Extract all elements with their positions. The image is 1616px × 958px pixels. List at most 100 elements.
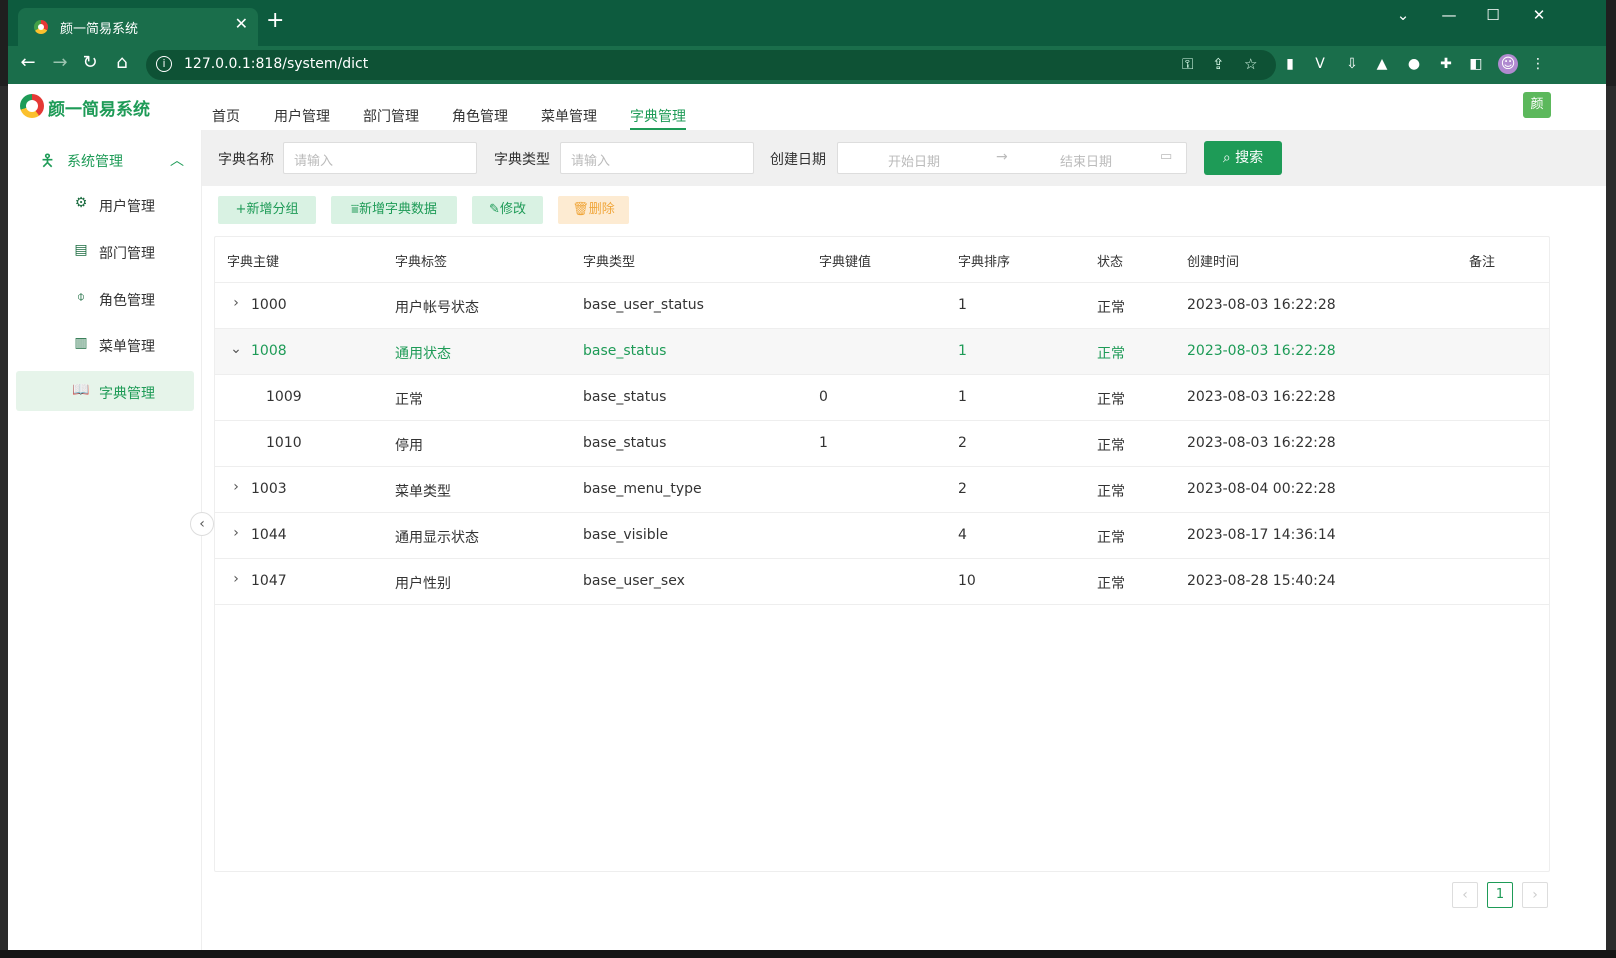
extension-flag-icon[interactable]: ▮ bbox=[1280, 54, 1300, 74]
home-icon[interactable]: ⌂ bbox=[110, 52, 134, 73]
side-panel-icon[interactable]: ◧ bbox=[1466, 54, 1486, 74]
table-row[interactable]: › 1047 用户性别 base_user_sex 10 正常 2023-08-… bbox=[215, 558, 1549, 604]
extensions-puzzle-icon[interactable]: ✚ bbox=[1436, 54, 1456, 74]
extension-v-icon[interactable]: V bbox=[1310, 54, 1330, 74]
close-window-icon[interactable]: ✕ bbox=[1524, 6, 1554, 24]
profile-avatar-icon[interactable]: ☺ bbox=[1498, 54, 1518, 74]
date-range-picker[interactable]: 开始日期 → 结束日期 ▭ bbox=[837, 142, 1187, 174]
edit-button[interactable]: ✎修改 bbox=[472, 196, 543, 224]
dict-type-input[interactable]: 请输入 bbox=[560, 142, 754, 174]
sidebar-group-system[interactable]: 🯅 系统管理 ︿ bbox=[40, 148, 190, 172]
table-row[interactable]: › 1000 用户帐号状态 base_user_status 1 正常 2023… bbox=[215, 282, 1549, 328]
chevron-down-icon[interactable]: ⌄ bbox=[229, 341, 243, 357]
extension-circle-icon[interactable]: ● bbox=[1404, 54, 1424, 74]
search-icon: ⌕ bbox=[1222, 150, 1231, 166]
extension-download-icon[interactable]: ⇩ bbox=[1342, 54, 1362, 74]
table-row[interactable]: ⌄ 1008 通用状态 base_status 1 正常 2023-08-03 … bbox=[215, 328, 1549, 374]
cell-type: base_status bbox=[583, 343, 667, 359]
cell-status: 正常 bbox=[1097, 300, 1125, 316]
column-header: 创建时间 bbox=[1187, 255, 1240, 270]
sidebar-group-label: 系统管理 bbox=[67, 154, 123, 170]
column-header: 字典主键 bbox=[227, 255, 280, 270]
app-root: 颜一简易系统 首页 用户管理 部门管理 角色管理 菜单管理 字典管理 颜 🯅 系… bbox=[8, 84, 1606, 950]
sidebar-item-label: 菜单管理 bbox=[99, 339, 155, 355]
cell-sort: 4 bbox=[958, 527, 967, 543]
add-group-button[interactable]: +新增分组 bbox=[218, 196, 316, 224]
cell-label: 菜单类型 bbox=[395, 484, 451, 500]
topnav-roles[interactable]: 角色管理 bbox=[452, 106, 508, 126]
maximize-icon[interactable]: ☐ bbox=[1478, 6, 1508, 24]
sidebar-item-dictionary[interactable]: 📖 字典管理 bbox=[16, 371, 194, 411]
column-header: 字典类型 bbox=[583, 255, 636, 270]
delete-button[interactable]: 🗑删除 bbox=[558, 196, 629, 224]
browser-tab[interactable]: 颜一简易系统 ✕ bbox=[18, 8, 258, 46]
edit-label: 修改 bbox=[499, 202, 526, 217]
add-dict-data-label: 新增字典数据 bbox=[358, 202, 437, 217]
cell-label: 通用状态 bbox=[395, 346, 451, 362]
chevron-right-icon[interactable]: › bbox=[229, 571, 243, 587]
site-info-icon[interactable]: i bbox=[156, 56, 172, 72]
user-avatar[interactable]: 颜 bbox=[1523, 92, 1551, 118]
cell-id: 1008 bbox=[251, 343, 287, 359]
app-logo-icon bbox=[20, 94, 44, 118]
cell-status: 正常 bbox=[1097, 530, 1125, 546]
topnav-departments[interactable]: 部门管理 bbox=[363, 106, 419, 126]
topnav-home[interactable]: 首页 bbox=[212, 106, 240, 126]
sidebar-item-roles[interactable]: ⌽ 角色管理 bbox=[16, 278, 194, 318]
chevron-right-icon[interactable]: › bbox=[229, 295, 243, 311]
column-header: 字典排序 bbox=[958, 255, 1011, 270]
key-icon[interactable]: ⚿ bbox=[1182, 55, 1193, 73]
cell-created: 2023-08-28 15:40:24 bbox=[1187, 573, 1336, 589]
app-title: 颜一简易系统 bbox=[48, 100, 150, 120]
table-row[interactable]: 1010 停用 base_status 1 2 正常 2023-08-03 16… bbox=[215, 420, 1549, 466]
pager-page-button[interactable]: 1 bbox=[1487, 882, 1513, 908]
table-row[interactable]: › 1044 通用显示状态 base_visible 4 正常 2023-08-… bbox=[215, 512, 1549, 558]
cell-value: 0 bbox=[819, 389, 828, 405]
cell-sort: 1 bbox=[958, 297, 967, 313]
collapse-sidebar-button[interactable]: ‹ bbox=[190, 512, 214, 536]
tab-search-icon[interactable]: ⌄ bbox=[1388, 6, 1418, 24]
search-button[interactable]: ⌕ 搜索 bbox=[1204, 141, 1282, 175]
topnav-users[interactable]: 用户管理 bbox=[274, 106, 330, 126]
pager-prev-button[interactable]: ‹ bbox=[1452, 882, 1478, 908]
cell-status: 正常 bbox=[1097, 438, 1125, 454]
minimize-icon[interactable]: — bbox=[1434, 6, 1464, 24]
delete-label: 删除 bbox=[588, 202, 615, 217]
reload-icon[interactable]: ↻ bbox=[78, 52, 102, 73]
back-icon[interactable]: ← bbox=[16, 52, 40, 73]
dict-name-input[interactable]: 请输入 bbox=[283, 142, 477, 174]
cell-type: base_user_status bbox=[583, 297, 704, 313]
extension-mountain-icon[interactable]: ▲ bbox=[1372, 54, 1392, 74]
topnav-dictionary[interactable]: 字典管理 bbox=[630, 106, 686, 126]
sidebar-item-label: 字典管理 bbox=[99, 386, 155, 402]
topnav-menus[interactable]: 菜单管理 bbox=[541, 106, 597, 126]
cell-created: 2023-08-03 16:22:28 bbox=[1187, 435, 1336, 451]
forward-icon[interactable]: → bbox=[48, 52, 72, 73]
add-dict-data-button[interactable]: ⩸新增字典数据 bbox=[331, 196, 457, 224]
url-text: 127.0.0.1:818/system/dict bbox=[184, 56, 369, 72]
close-tab-icon[interactable]: ✕ bbox=[235, 14, 248, 33]
end-date-placeholder: 结束日期 bbox=[1060, 155, 1113, 170]
calendar-icon: ▭ bbox=[1160, 149, 1173, 164]
sidebar-item-users[interactable]: ⚙ 用户管理 bbox=[16, 184, 194, 224]
cell-status: 正常 bbox=[1097, 484, 1125, 500]
new-tab-icon[interactable]: + bbox=[266, 10, 284, 32]
column-header: 状态 bbox=[1097, 255, 1124, 270]
bookmark-star-icon[interactable]: ☆ bbox=[1244, 55, 1257, 73]
pager-next-button[interactable]: › bbox=[1522, 882, 1548, 908]
cell-id: 1047 bbox=[251, 573, 287, 589]
browser-menu-icon[interactable]: ⋮ bbox=[1528, 54, 1548, 74]
sidebar-item-departments[interactable]: ▤ 部门管理 bbox=[16, 231, 194, 271]
chevron-right-icon[interactable]: › bbox=[229, 525, 243, 541]
address-bar[interactable]: i 127.0.0.1:818/system/dict ⚿ ⇪ ☆ bbox=[146, 50, 1276, 80]
sidebar-item-menus[interactable]: ▥ 菜单管理 bbox=[16, 324, 194, 364]
cell-label: 正常 bbox=[395, 392, 423, 408]
table-row[interactable]: 1009 正常 base_status 0 1 正常 2023-08-03 16… bbox=[215, 374, 1549, 420]
cell-value: 1 bbox=[819, 435, 828, 451]
cell-created: 2023-08-04 00:22:28 bbox=[1187, 481, 1336, 497]
table-row[interactable]: › 1003 菜单类型 base_menu_type 2 正常 2023-08-… bbox=[215, 466, 1549, 512]
chevron-right-icon[interactable]: › bbox=[229, 479, 243, 495]
dict-name-label: 字典名称 bbox=[218, 152, 274, 168]
cell-sort: 10 bbox=[958, 573, 976, 589]
share-icon[interactable]: ⇪ bbox=[1212, 55, 1225, 73]
